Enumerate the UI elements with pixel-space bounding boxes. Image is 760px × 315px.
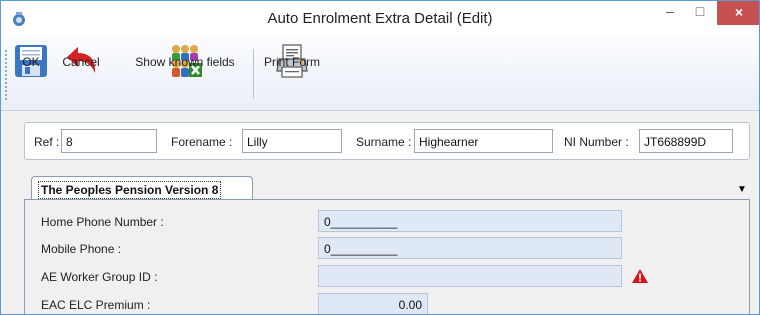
surname-field[interactable]: Highearner — [414, 129, 553, 153]
tab-menu-chevron-icon[interactable]: ▼ — [737, 184, 747, 195]
ni-number-label: NI Number : — [564, 135, 629, 149]
tab-peoples-pension[interactable]: The Peoples Pension Version 8 — [31, 176, 253, 200]
show-known-fields-button[interactable]: Show known fields — [125, 43, 245, 107]
title-bar: Auto Enrolment Extra Detail (Edit) – □ × — [1, 1, 759, 37]
ae-worker-group-label: AE Worker Group ID : — [41, 270, 158, 284]
minimize-button[interactable]: – — [656, 3, 684, 25]
edit-window: Auto Enrolment Extra Detail (Edit) – □ ×… — [0, 0, 760, 315]
print-form-label: Print Form — [263, 55, 320, 69]
forename-label: Forename : — [171, 135, 233, 149]
forename-field[interactable]: Lilly — [242, 129, 342, 153]
ok-button[interactable]: OK — [13, 43, 49, 107]
show-known-fields-label: Show known fields — [135, 55, 235, 69]
mobile-phone-label: Mobile Phone : — [41, 242, 122, 256]
home-phone-label: Home Phone Number : — [41, 215, 164, 229]
tab-content-panel: Home Phone Number : 0__________ Mobile P… — [24, 199, 750, 314]
cancel-button[interactable]: Cancel — [55, 43, 107, 107]
eac-elc-premium-label: EAC ELC Premium : — [41, 298, 151, 312]
toolbar-grip[interactable] — [4, 49, 8, 101]
warning-triangle-icon — [632, 269, 648, 283]
eac-elc-premium-field[interactable]: 0.00 — [318, 293, 428, 314]
ref-field[interactable]: 8 — [61, 129, 157, 153]
ni-number-field[interactable]: JT668899D — [639, 129, 733, 153]
maximize-button[interactable]: □ — [686, 3, 714, 25]
ae-worker-group-field[interactable] — [318, 265, 622, 287]
close-button[interactable]: × — [717, 1, 759, 25]
toolbar: OK Cancel Show known fields Print Form — [1, 37, 759, 111]
ok-label: OK — [22, 55, 40, 69]
window-title: Auto Enrolment Extra Detail (Edit) — [267, 10, 493, 27]
print-form-button[interactable]: Print Form — [259, 43, 325, 107]
employee-header-panel: Ref : 8 Forename : Lilly Surname : Highe… — [24, 122, 750, 160]
cancel-label: Cancel — [62, 55, 100, 69]
ref-label: Ref : — [34, 135, 60, 149]
home-phone-field[interactable]: 0__________ — [318, 210, 622, 232]
mobile-phone-field[interactable]: 0__________ — [318, 237, 622, 259]
toolbar-separator — [253, 49, 254, 99]
tab-label: The Peoples Pension Version 8 — [38, 181, 222, 199]
surname-label: Surname : — [356, 135, 412, 149]
